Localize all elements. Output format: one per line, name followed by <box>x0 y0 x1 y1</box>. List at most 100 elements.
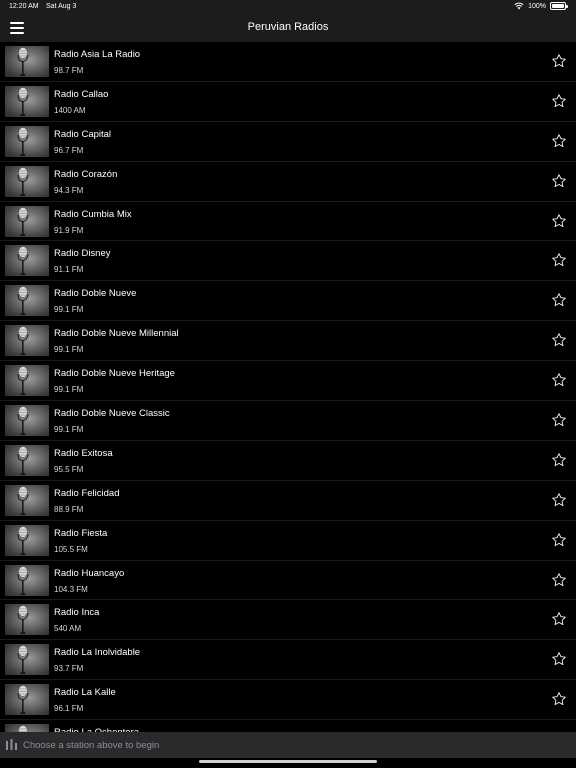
star-outline-icon[interactable] <box>551 252 567 268</box>
station-frequency: 99.1 FM <box>54 345 84 355</box>
station-thumbnail <box>5 46 49 77</box>
star-outline-icon[interactable] <box>551 93 567 109</box>
microphone-icon <box>17 685 29 715</box>
station-frequency: 99.1 FM <box>54 305 84 315</box>
station-frequency: 95.5 FM <box>54 464 84 474</box>
station-thumbnail <box>5 484 49 516</box>
station-name: Radio Exitosa <box>54 447 113 459</box>
microphone-icon <box>17 47 29 76</box>
list-item[interactable]: Radio La Ochentera <box>0 720 576 732</box>
list-item[interactable]: Radio Corazón 94.3 FM <box>0 162 576 202</box>
star-outline-icon[interactable] <box>551 572 567 588</box>
microphone-icon <box>17 326 29 356</box>
microphone-icon <box>17 605 29 635</box>
station-frequency: 540 AM <box>54 624 82 634</box>
microphone-icon <box>17 485 29 515</box>
star-outline-icon[interactable] <box>551 292 567 308</box>
star-outline-icon[interactable] <box>551 372 567 388</box>
status-time: 12:20 AM <box>9 3 39 10</box>
station-thumbnail <box>5 604 49 636</box>
list-item[interactable]: Radio Capital 96.7 FM <box>0 122 576 162</box>
station-frequency: 91.1 FM <box>54 265 84 275</box>
microphone-icon <box>17 446 29 475</box>
list-item[interactable]: Radio Exitosa 95.5 FM <box>0 441 576 481</box>
station-name: Radio Asia La Radio <box>54 49 141 60</box>
star-outline-icon[interactable] <box>551 332 567 348</box>
station-list[interactable]: Radio Asia La Radio 98.7 FM Radio Callao… <box>0 42 576 732</box>
page-title: Peruvian Radios <box>247 21 329 33</box>
microphone-icon <box>17 206 29 236</box>
station-name: Radio Fiesta <box>54 527 108 539</box>
list-item[interactable]: Radio La Inolvidable 93.7 FM <box>0 640 576 681</box>
list-item[interactable]: Radio Doble Nueve Classic 99.1 FM <box>0 401 576 441</box>
wifi-icon <box>514 2 524 10</box>
list-item[interactable]: Radio Cumbia Mix 91.9 FM <box>0 202 576 242</box>
list-item[interactable]: Radio Disney 91.1 FM <box>0 241 576 282</box>
list-item[interactable]: Radio Fiesta 105.5 FM <box>0 521 576 561</box>
station-name: Radio Doble Nueve Millennial <box>54 328 179 340</box>
station-frequency: 98.7 FM <box>54 66 84 75</box>
list-item[interactable]: Radio Inca 540 AM <box>0 600 576 641</box>
station-thumbnail <box>5 325 49 357</box>
list-item[interactable]: Radio Felicidad 88.9 FM <box>0 481 576 521</box>
star-outline-icon[interactable] <box>551 452 567 468</box>
list-item[interactable]: Radio La Kalle 96.1 FM <box>0 680 576 721</box>
microphone-icon <box>17 366 29 396</box>
station-thumbnail <box>5 444 49 476</box>
microphone-icon <box>17 406 29 436</box>
station-frequency: 93.7 FM <box>54 664 84 674</box>
list-item[interactable]: Radio Doble Nueve Heritage 99.1 FM <box>0 361 576 402</box>
station-name: Radio La Kalle <box>54 687 116 699</box>
station-thumbnail <box>5 684 49 716</box>
status-right: 100% <box>514 2 568 10</box>
list-item[interactable]: Radio Asia La Radio 98.7 FM <box>0 42 576 82</box>
player-bar[interactable]: Choose a station above to begin <box>0 732 576 758</box>
list-item[interactable]: Radio Huancayo 104.3 FM <box>0 561 576 601</box>
station-frequency: 99.1 FM <box>54 385 84 395</box>
star-outline-icon[interactable] <box>551 492 567 508</box>
star-outline-icon[interactable] <box>551 412 567 428</box>
station-thumbnail <box>5 85 49 117</box>
star-outline-icon[interactable] <box>551 651 567 667</box>
station-name: Radio Huancayo <box>54 567 125 579</box>
station-name: Radio Cumbia Mix <box>54 208 132 220</box>
microphone-icon <box>17 525 29 555</box>
station-name: Radio Doble Nueve Classic <box>54 408 170 420</box>
star-outline-icon[interactable] <box>551 133 567 149</box>
station-thumbnail <box>5 165 49 197</box>
station-thumbnail <box>5 205 49 237</box>
microphone-icon <box>17 565 29 595</box>
microphone-icon <box>17 246 29 276</box>
station-thumbnail <box>5 285 49 317</box>
station-frequency: 105.5 FM <box>54 544 88 554</box>
equalizer-icon <box>6 739 17 750</box>
station-frequency: 99.1 FM <box>54 425 84 435</box>
station-name: Radio Corazón <box>54 168 118 180</box>
station-name: Radio Felicidad <box>54 487 120 499</box>
station-frequency: 91.9 FM <box>54 225 84 235</box>
microphone-icon <box>17 87 29 116</box>
list-item[interactable]: Radio Callao 1400 AM <box>0 82 576 122</box>
station-thumbnail <box>5 405 49 437</box>
microphone-icon <box>17 286 29 316</box>
station-name: Radio La Inolvidable <box>54 647 141 659</box>
station-name: Radio Capital <box>54 128 112 140</box>
station-frequency: 96.1 FM <box>54 704 84 714</box>
battery-icon <box>550 2 568 10</box>
status-date: Sat Aug 3 <box>46 3 77 10</box>
station-name: Radio Inca <box>54 607 100 619</box>
star-outline-icon[interactable] <box>551 532 567 548</box>
star-outline-icon[interactable] <box>551 691 567 707</box>
battery-percent: 100% <box>528 2 546 10</box>
home-indicator[interactable] <box>199 760 377 763</box>
station-thumbnail <box>5 524 49 556</box>
station-thumbnail <box>5 564 49 596</box>
star-outline-icon[interactable] <box>551 173 567 189</box>
star-outline-icon[interactable] <box>551 53 567 69</box>
list-item[interactable]: Radio Doble Nueve Millennial 99.1 FM <box>0 321 576 362</box>
home-area <box>0 758 576 768</box>
microphone-icon <box>17 645 29 675</box>
star-outline-icon[interactable] <box>551 213 567 229</box>
star-outline-icon[interactable] <box>551 611 567 627</box>
list-item[interactable]: Radio Doble Nueve 99.1 FM <box>0 281 576 322</box>
